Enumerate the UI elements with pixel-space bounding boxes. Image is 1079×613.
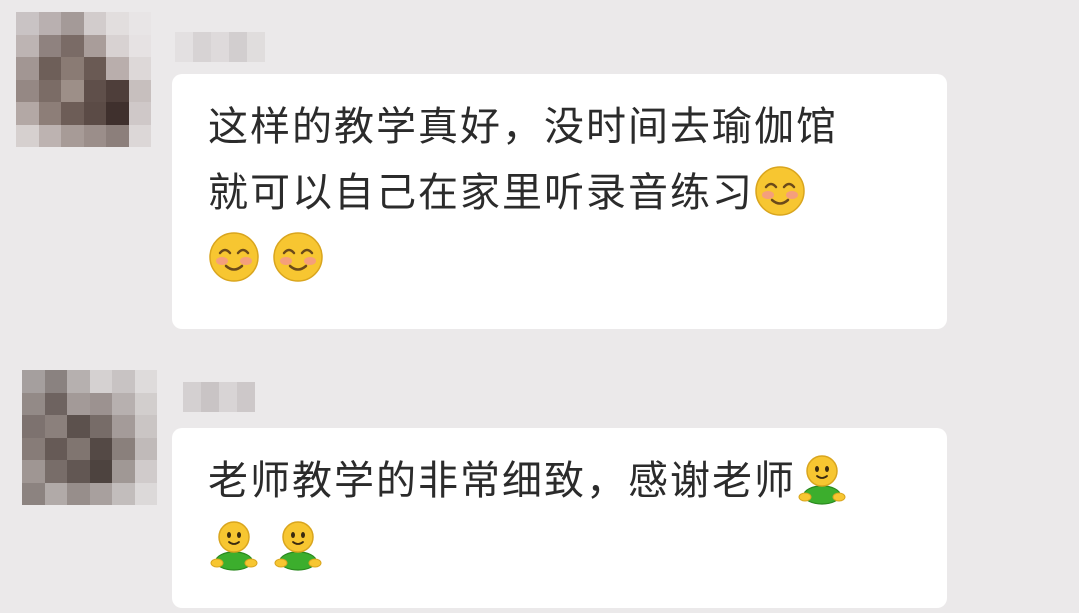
- green-figure-emoji: [272, 519, 324, 571]
- message-text: 老师教学的非常细致，感谢老师: [208, 458, 796, 504]
- sender-name: [175, 32, 265, 62]
- green-figure-emoji: [208, 519, 260, 571]
- blush-smile-emoji: [754, 165, 806, 217]
- message-bubble[interactable]: 老师教学的非常细致，感谢老师: [172, 428, 947, 608]
- message-text-line: 就可以自己在家里听录音练习: [208, 160, 917, 226]
- blush-smile-emoji: [208, 231, 260, 283]
- message-emoji-line: [208, 226, 917, 292]
- sender-name: [183, 382, 255, 412]
- sender-avatar[interactable]: [22, 370, 157, 505]
- sender-avatar[interactable]: [16, 12, 151, 147]
- green-figure-emoji: [796, 453, 848, 505]
- message-text-line: 老师教学的非常细致，感谢老师: [208, 448, 917, 514]
- blush-smile-emoji: [272, 231, 324, 283]
- message-emoji-line: [208, 514, 917, 580]
- message-bubble[interactable]: 这样的教学真好，没时间去瑜伽馆 就可以自己在家里听录音练习: [172, 74, 947, 329]
- message-text-line: 这样的教学真好，没时间去瑜伽馆: [208, 104, 838, 150]
- message-text: 就可以自己在家里听录音练习: [208, 170, 754, 216]
